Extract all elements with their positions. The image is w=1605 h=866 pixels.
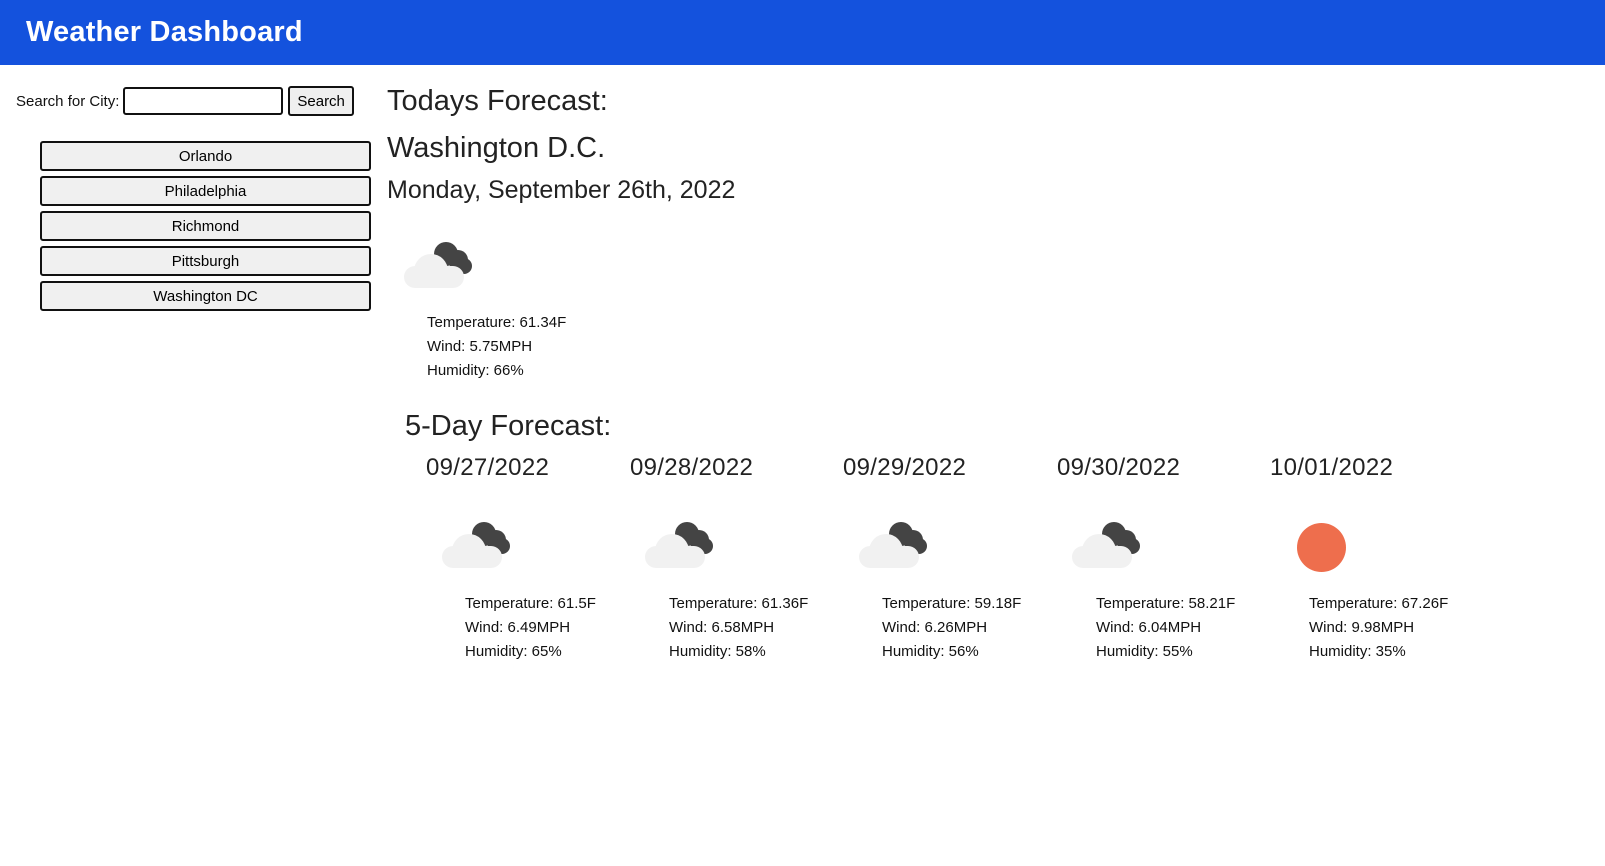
sidebar: Search for City: Search Orlando Philadel… <box>16 86 376 316</box>
search-history-list: Orlando Philadelphia Richmond Pittsburgh… <box>40 141 371 311</box>
forecast-temperature: Temperature: 59.18F <box>882 595 1022 612</box>
forecast-details: Temperature: 61.36F Wind: 6.58MPH Humidi… <box>669 592 808 664</box>
forecast-temperature: Temperature: 61.5F <box>465 595 596 612</box>
forecast-date: 09/27/2022 <box>426 454 550 481</box>
forecast-humidity: Humidity: 55% <box>1096 643 1193 660</box>
search-button[interactable]: Search <box>288 86 354 116</box>
cloud-icon <box>442 522 516 570</box>
forecast-wind: Wind: 6.26MPH <box>882 619 988 636</box>
todays-forecast-heading: Todays Forecast: <box>387 85 608 117</box>
main-content: Todays Forecast: Washington D.C. Monday,… <box>387 80 1587 660</box>
today-humidity: Humidity: 66% <box>427 362 524 379</box>
app-title: Weather Dashboard <box>26 16 303 48</box>
forecast-wind: Wind: 9.98MPH <box>1309 619 1415 636</box>
current-date: Monday, September 26th, 2022 <box>387 176 736 204</box>
forecast-details: Temperature: 58.21F Wind: 6.04MPH Humidi… <box>1096 592 1235 664</box>
current-city: Washington D.C. <box>387 132 606 164</box>
forecast-humidity: Humidity: 65% <box>465 643 562 660</box>
city-search-input[interactable] <box>123 87 284 115</box>
forecast-date: 10/01/2022 <box>1270 454 1394 481</box>
sun-icon <box>1297 523 1346 572</box>
today-wind: Wind: 5.75MPH <box>427 338 533 355</box>
history-button-orlando[interactable]: Orlando <box>40 141 371 171</box>
five-day-forecast-heading: 5-Day Forecast: <box>405 410 612 442</box>
forecast-details: Temperature: 61.5F Wind: 6.49MPH Humidit… <box>465 592 596 664</box>
cloud-icon <box>859 522 933 570</box>
cloud-icon <box>1072 522 1146 570</box>
forecast-wind: Wind: 6.04MPH <box>1096 619 1202 636</box>
history-button-richmond[interactable]: Richmond <box>40 211 371 241</box>
history-button-washington-dc[interactable]: Washington DC <box>40 281 371 311</box>
history-button-pittsburgh[interactable]: Pittsburgh <box>40 246 371 276</box>
forecast-temperature: Temperature: 67.26F <box>1309 595 1449 612</box>
forecast-temperature: Temperature: 61.36F <box>669 595 809 612</box>
search-label: Search for City: <box>16 92 120 110</box>
forecast-date: 09/30/2022 <box>1057 454 1181 481</box>
cloud-icon <box>404 242 478 290</box>
forecast-details: Temperature: 59.18F Wind: 6.26MPH Humidi… <box>882 592 1021 664</box>
today-temperature: Temperature: 61.34F <box>427 314 567 331</box>
cloud-icon <box>645 522 719 570</box>
search-row: Search for City: Search <box>16 86 376 116</box>
forecast-wind: Wind: 6.58MPH <box>669 619 775 636</box>
forecast-details: Temperature: 67.26F Wind: 9.98MPH Humidi… <box>1309 592 1448 664</box>
forecast-wind: Wind: 6.49MPH <box>465 619 571 636</box>
today-weather-details: Temperature: 61.34F Wind: 5.75MPH Humidi… <box>427 311 566 383</box>
app-header: Weather Dashboard <box>0 0 1605 65</box>
forecast-date: 09/28/2022 <box>630 454 754 481</box>
history-button-philadelphia[interactable]: Philadelphia <box>40 176 371 206</box>
forecast-date: 09/29/2022 <box>843 454 967 481</box>
forecast-humidity: Humidity: 58% <box>669 643 766 660</box>
forecast-humidity: Humidity: 56% <box>882 643 979 660</box>
forecast-temperature: Temperature: 58.21F <box>1096 595 1236 612</box>
forecast-humidity: Humidity: 35% <box>1309 643 1406 660</box>
